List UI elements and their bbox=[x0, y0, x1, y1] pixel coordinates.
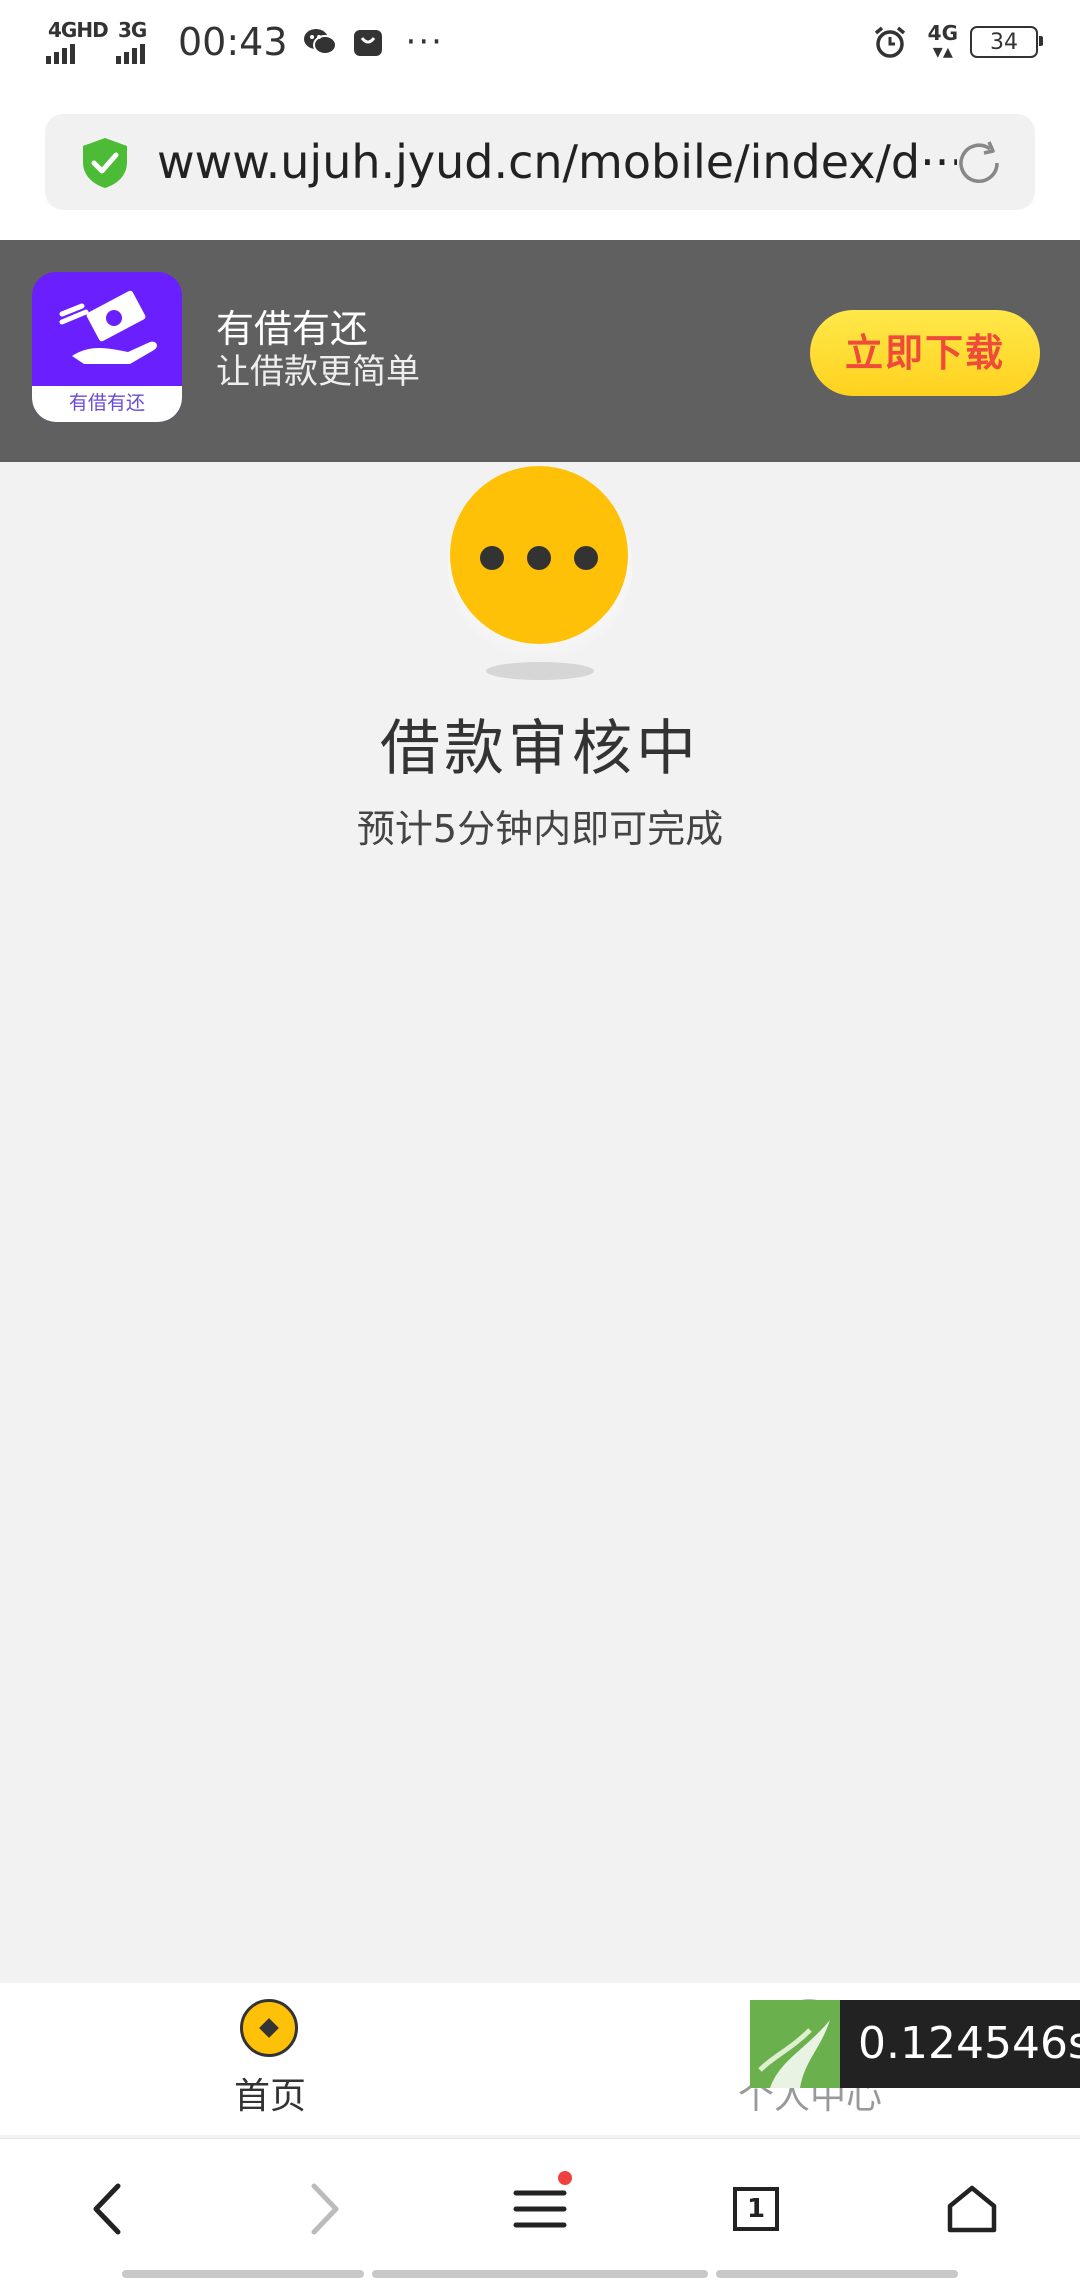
download-now-button[interactable]: 立即下载 bbox=[810, 310, 1040, 396]
tab-home[interactable]: 首页 bbox=[200, 1983, 340, 2135]
gesture-bar bbox=[372, 2270, 708, 2278]
status-subtitle: 预计5分钟内即可完成 bbox=[356, 807, 724, 851]
battery-icon: 34 bbox=[970, 26, 1043, 58]
signal-label: 3G bbox=[118, 18, 147, 42]
signal-label: 4GHD bbox=[48, 18, 109, 42]
chevron-right-icon bbox=[311, 2183, 339, 2235]
wechat-icon bbox=[302, 24, 338, 60]
ellipsis-icon bbox=[450, 466, 628, 644]
notification-dot bbox=[558, 2171, 572, 2185]
browser-nav-bar: 1 bbox=[0, 2138, 1080, 2281]
timer-value: 0.124546s bbox=[858, 2018, 1080, 2069]
alarm-icon bbox=[872, 24, 908, 60]
gesture-bar bbox=[716, 2270, 958, 2278]
signal-icon-3g: 3G bbox=[116, 18, 160, 66]
tabs-button[interactable]: 1 bbox=[716, 2169, 796, 2249]
pending-status-icon bbox=[448, 462, 632, 682]
tab-count: 1 bbox=[733, 2187, 779, 2231]
money-hand-icon bbox=[59, 290, 157, 364]
shopping-bag-icon bbox=[350, 24, 386, 60]
chevron-left-icon bbox=[93, 2183, 121, 2235]
browser-toolbar: www.ujuh.jyud.cn/mobile/index/d··· bbox=[0, 84, 1080, 240]
hamburger-icon bbox=[513, 2190, 567, 2228]
back-button[interactable] bbox=[68, 2169, 148, 2249]
url-text[interactable]: www.ujuh.jyud.cn/mobile/index/d··· bbox=[157, 114, 957, 210]
timer-overlay: 0.124546s bbox=[750, 2000, 1080, 2088]
app-logo: 有借有还 bbox=[32, 272, 182, 422]
clock: 00:43 bbox=[178, 20, 288, 64]
refresh-icon[interactable] bbox=[953, 138, 1007, 192]
home-button[interactable] bbox=[932, 2169, 1012, 2249]
network-4g-icon: 4G ▾▴ bbox=[927, 21, 958, 63]
status-bar: 4GHD 3G 00:43 ··· 4G ▾▴ 34 bbox=[0, 0, 1080, 84]
status-title: 借款审核中 bbox=[380, 714, 700, 784]
home-coin-icon bbox=[240, 1999, 298, 2057]
more-notifications-icon: ··· bbox=[405, 22, 444, 62]
battery-level: 34 bbox=[990, 29, 1018, 55]
gesture-bar bbox=[122, 2270, 364, 2278]
address-bar[interactable]: www.ujuh.jyud.cn/mobile/index/d··· bbox=[45, 114, 1035, 210]
tab-home-label: 首页 bbox=[233, 2076, 306, 2117]
app-download-banner: 有借有还 有借有还 让借款更简单 立即下载 bbox=[0, 240, 1080, 462]
signal-icon-4g: 4GHD bbox=[46, 18, 109, 66]
timer-logo-icon bbox=[750, 2000, 840, 2088]
logo-text: 有借有还 bbox=[32, 386, 182, 422]
app-slogan: 让借款更简单 bbox=[216, 352, 420, 392]
menu-button[interactable] bbox=[500, 2169, 580, 2249]
forward-button[interactable] bbox=[284, 2169, 364, 2249]
home-icon bbox=[947, 2185, 997, 2233]
secure-shield-icon bbox=[79, 136, 131, 194]
